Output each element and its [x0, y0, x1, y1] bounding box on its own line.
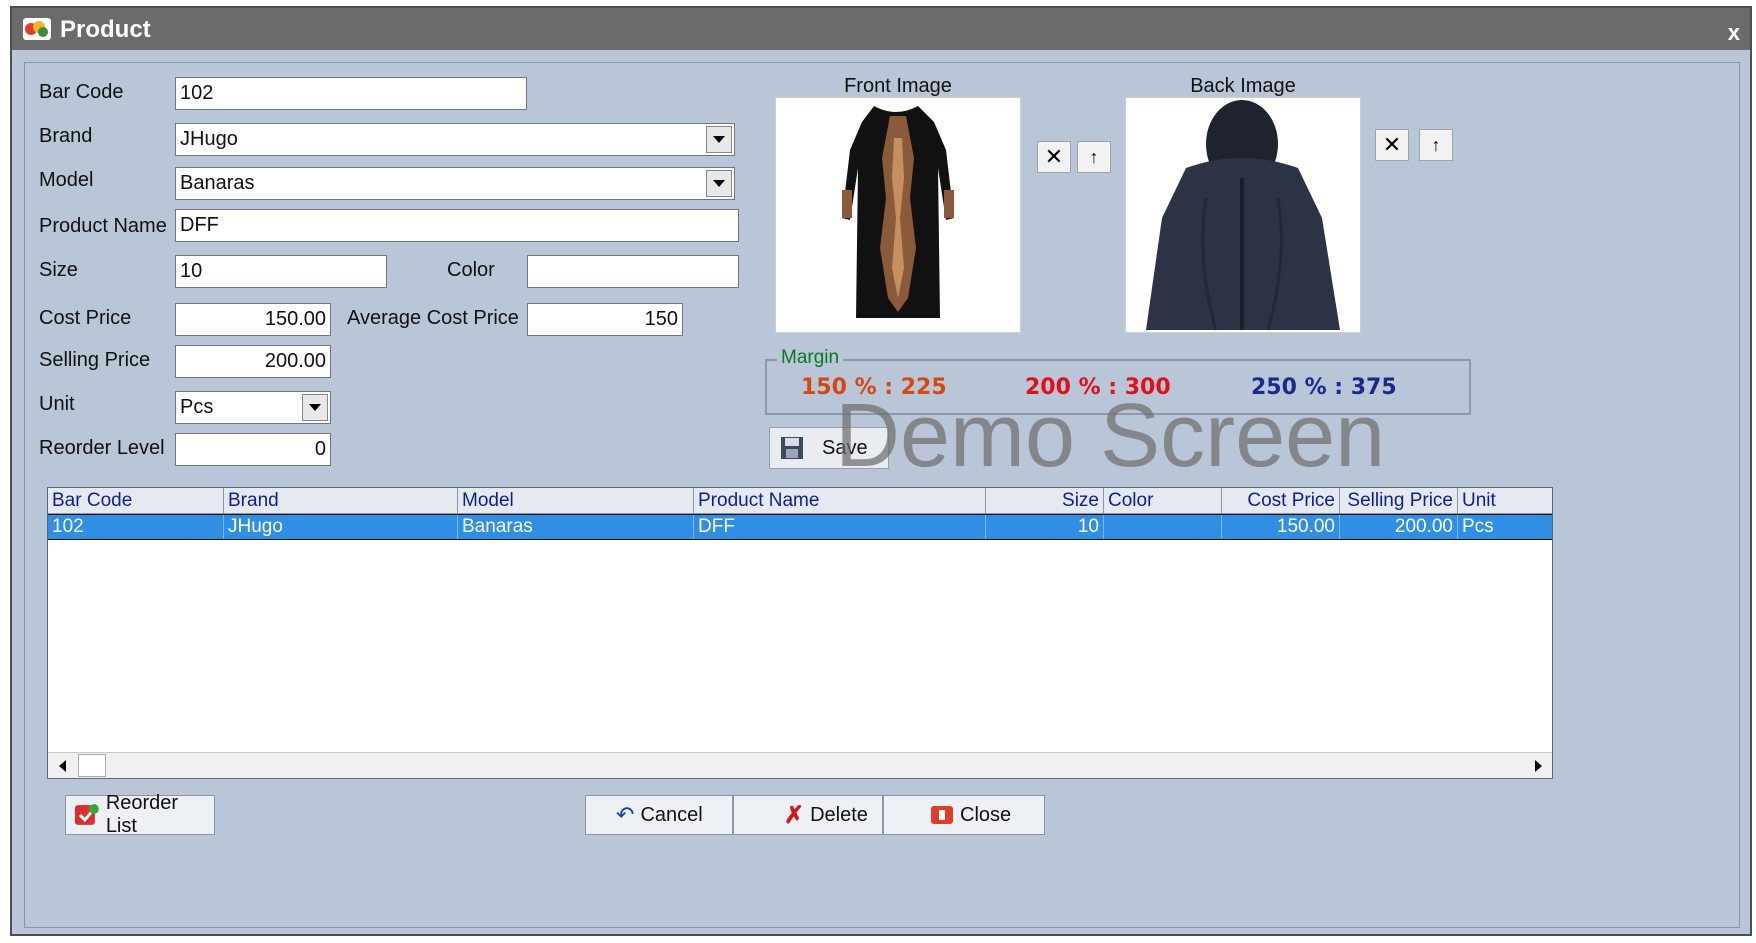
brand-dropdown-button[interactable] — [706, 126, 732, 153]
col-product-name[interactable]: Product Name — [694, 488, 986, 514]
size-label: Size — [39, 259, 78, 281]
scroll-right-button[interactable] — [1526, 755, 1550, 777]
model-value: Banaras — [180, 172, 255, 194]
cell-product-name: DFF — [694, 515, 986, 539]
save-label: Save — [822, 437, 868, 459]
product-name-label: Product Name — [39, 215, 167, 237]
brand-select[interactable]: JHugo — [175, 123, 735, 156]
reorder-list-icon — [74, 804, 99, 825]
col-brand[interactable]: Brand — [224, 488, 458, 514]
col-model[interactable]: Model — [458, 488, 694, 514]
close-button[interactable]: Close — [883, 795, 1045, 835]
front-dress-image — [776, 98, 1020, 332]
model-label: Model — [39, 169, 94, 191]
unit-label: Unit — [39, 393, 75, 415]
selling-price-input[interactable]: 200.00 — [175, 345, 331, 378]
back-image-caption: Back Image — [1190, 75, 1296, 97]
delete-label: Delete — [810, 803, 868, 826]
average-cost-price-input[interactable]: 150 — [527, 303, 683, 336]
col-unit[interactable]: Unit — [1458, 488, 1552, 514]
product-name-input[interactable]: DFF — [175, 209, 739, 242]
cell-bar-code: 102 — [48, 515, 224, 539]
front-image-caption: Front Image — [844, 75, 952, 97]
cost-price-label: Cost Price — [39, 307, 132, 329]
margin-150: 150 % : 225 — [801, 375, 947, 400]
col-bar-code[interactable]: Bar Code — [48, 488, 224, 514]
save-button[interactable]: Save — [769, 427, 889, 469]
cell-size: 10 — [986, 515, 1104, 539]
unit-value: Pcs — [180, 396, 214, 418]
reorder-level-input[interactable]: 0 — [175, 433, 331, 466]
table-row[interactable]: 102 JHugo Banaras DFF 10 150.00 200.00 P… — [48, 514, 1552, 540]
brand-label: Brand — [39, 125, 93, 147]
front-image[interactable] — [775, 97, 1021, 333]
model-dropdown-button[interactable] — [706, 170, 732, 197]
chevron-down-icon — [713, 180, 725, 187]
upload-image-icon: ↑ — [1431, 134, 1441, 155]
color-label: Color — [447, 259, 495, 281]
front-image-upload-button[interactable]: ↑ — [1077, 141, 1111, 173]
margin-legend: Margin — [777, 347, 844, 369]
chevron-right-icon — [1534, 760, 1542, 772]
back-image-remove-button[interactable]: ✕ — [1375, 129, 1409, 161]
size-input[interactable]: 10 — [175, 255, 387, 288]
back-image[interactable] — [1125, 97, 1361, 333]
app-icon — [23, 18, 51, 40]
grid-header: Bar Code Brand Model Product Name Size C… — [48, 488, 1552, 514]
cell-brand: JHugo — [224, 515, 458, 539]
delete-x-icon: ✗ — [784, 801, 805, 829]
col-size[interactable]: Size — [986, 488, 1104, 514]
cell-color — [1104, 515, 1222, 539]
upload-image-icon: ↑ — [1089, 146, 1099, 167]
scroll-left-button[interactable] — [50, 755, 74, 777]
model-select[interactable]: Banaras — [175, 167, 735, 200]
unit-dropdown-button[interactable] — [302, 394, 328, 421]
close-label: Close — [960, 803, 1012, 826]
reorder-list-button[interactable]: Reorder List — [65, 792, 215, 837]
undo-icon: ↶ — [616, 802, 635, 827]
chevron-down-icon — [309, 404, 321, 411]
form-panel: Bar Code 102 Brand JHugo Model Banaras P… — [24, 62, 1740, 928]
cost-price-input[interactable]: 150.00 — [175, 303, 331, 336]
title-bar: Product x — [12, 8, 1750, 50]
cell-model: Banaras — [458, 515, 694, 539]
delete-button[interactable]: ✗ Delete — [733, 795, 883, 835]
product-grid[interactable]: Bar Code Brand Model Product Name Size C… — [47, 487, 1553, 779]
col-selling-price[interactable]: Selling Price — [1340, 488, 1458, 514]
margin-250: 250 % : 375 — [1251, 375, 1397, 400]
cancel-button[interactable]: ↶ Cancel — [585, 795, 733, 835]
color-input[interactable] — [527, 255, 739, 288]
cell-unit: Pcs — [1462, 516, 1494, 537]
horizontal-scrollbar[interactable] — [48, 752, 1552, 778]
remove-image-icon: ✕ — [1044, 144, 1064, 169]
product-window: Product x Bar Code 102 Brand JHugo Model… — [10, 6, 1752, 936]
scroll-thumb[interactable] — [78, 754, 106, 777]
back-image-upload-button[interactable]: ↑ — [1419, 129, 1453, 161]
selling-price-label: Selling Price — [39, 349, 151, 371]
cancel-label: Cancel — [640, 803, 703, 826]
brand-value: JHugo — [180, 128, 238, 150]
window-title: Product — [60, 16, 151, 43]
close-icon — [931, 806, 953, 824]
front-image-remove-button[interactable]: ✕ — [1037, 141, 1071, 173]
col-color[interactable]: Color — [1104, 488, 1222, 514]
cell-cost-price: 150.00 — [1222, 515, 1340, 539]
window-close-button[interactable]: x — [1728, 20, 1740, 46]
reorder-level-label: Reorder Level — [39, 437, 165, 459]
unit-select[interactable]: Pcs — [175, 391, 331, 424]
remove-image-icon: ✕ — [1382, 132, 1402, 157]
bar-code-input[interactable]: 102 — [175, 77, 527, 110]
margin-200: 200 % : 300 — [1025, 375, 1171, 400]
save-disk-icon — [781, 437, 803, 459]
chevron-down-icon — [713, 136, 725, 143]
margin-group: Margin 150 % : 225 200 % : 300 250 % : 3… — [765, 347, 1471, 415]
reorder-list-label: Reorder List — [105, 792, 179, 837]
average-cost-price-label: Average Cost Price — [347, 307, 519, 329]
cell-selling-price: 200.00 — [1340, 515, 1458, 539]
chevron-left-icon — [58, 760, 66, 772]
col-cost-price[interactable]: Cost Price — [1222, 488, 1340, 514]
back-hooded-image — [1126, 98, 1360, 332]
bar-code-label: Bar Code — [39, 81, 124, 103]
